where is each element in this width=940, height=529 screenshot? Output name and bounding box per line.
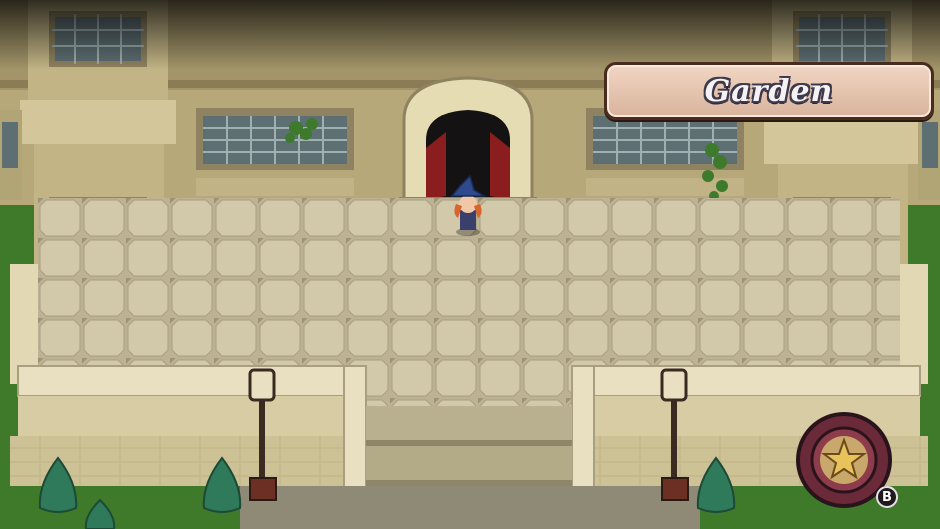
stone-path bbox=[240, 486, 700, 529]
b-button-prompt[interactable]: B bbox=[876, 486, 898, 508]
location-banner: Garden bbox=[604, 62, 934, 120]
wall-window-left bbox=[196, 108, 354, 196]
game-scene: Garden B bbox=[0, 0, 940, 529]
location-name: Garden bbox=[704, 73, 834, 109]
